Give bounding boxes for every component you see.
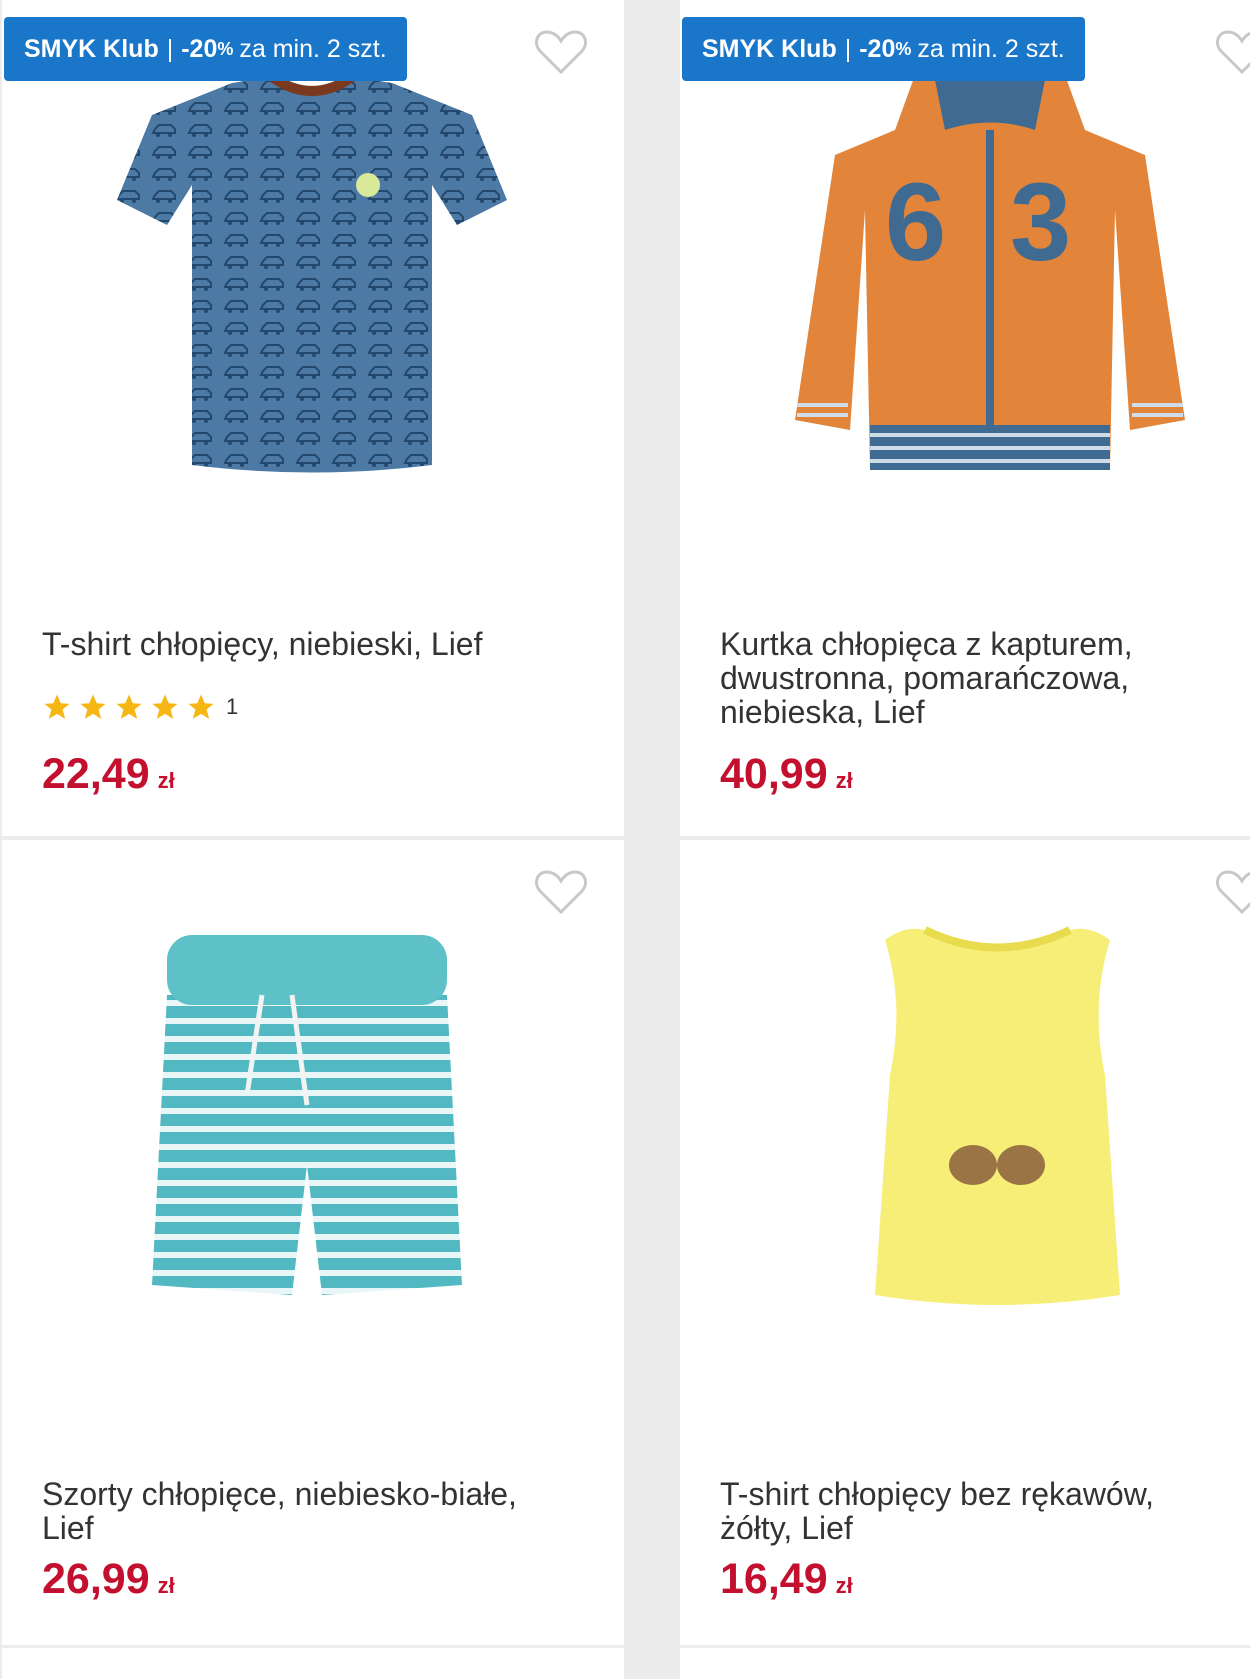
- product-title[interactable]: T-shirt chłopięcy, niebieski, Lief: [42, 627, 572, 661]
- star-icon: [116, 694, 142, 719]
- promo-percent: %: [895, 38, 912, 59]
- product-image-jacket-orange[interactable]: 6 3: [785, 60, 1195, 480]
- product-card[interactable]: SMYK Klub | -20 % za min. 2 szt. 6 3 Kur…: [680, 0, 1250, 836]
- promo-separator: |: [166, 34, 174, 63]
- price-currency: zł: [835, 768, 853, 793]
- promo-condition: za min. 2 szt.: [239, 34, 387, 63]
- price-value: 26,99: [42, 1555, 150, 1603]
- price-value: 16,49: [720, 1555, 828, 1603]
- star-icon: [80, 694, 106, 719]
- promo-brand: SMYK Klub: [702, 34, 837, 63]
- product-image-tank-top-yellow[interactable]: [875, 925, 1120, 1310]
- promo-discount: -20: [181, 34, 218, 63]
- product-price: 16,49 zł: [720, 1555, 853, 1604]
- promo-badge: SMYK Klub | -20 % za min. 2 szt.: [682, 17, 1085, 81]
- price-value: 40,99: [720, 750, 828, 798]
- price-value: 22,49: [42, 750, 150, 798]
- promo-badge: SMYK Klub | -20 % za min. 2 szt.: [4, 17, 407, 81]
- product-price: 22,49 zł: [42, 750, 175, 799]
- product-image-tshirt-blue[interactable]: [112, 75, 512, 480]
- product-title[interactable]: Szorty chłopięce, niebiesko-białe, Lief: [42, 1477, 572, 1545]
- promo-condition: za min. 2 szt.: [917, 34, 1065, 63]
- svg-text:3: 3: [1010, 161, 1071, 284]
- product-price: 40,99 zł: [720, 750, 853, 799]
- product-card[interactable]: [2, 1648, 624, 1679]
- product-title[interactable]: Kurtka chłopięca z kapturem, dwustronna,…: [720, 627, 1190, 729]
- product-card[interactable]: SMYK Klub | -20 % za min. 2 szt. T-shirt…: [2, 0, 624, 836]
- product-card[interactable]: Szorty chłopięce, niebiesko-białe, Lief …: [2, 840, 624, 1645]
- product-card[interactable]: [680, 1648, 1250, 1679]
- svg-text:6: 6: [885, 161, 946, 284]
- promo-brand: SMYK Klub: [24, 34, 159, 63]
- star-icon: [188, 694, 214, 719]
- favorite-heart-icon[interactable]: [1215, 868, 1250, 916]
- favorite-heart-icon[interactable]: [534, 868, 588, 916]
- price-currency: zł: [835, 1573, 853, 1598]
- promo-percent: %: [217, 38, 234, 59]
- favorite-heart-icon[interactable]: [534, 28, 588, 76]
- price-currency: zł: [157, 1573, 175, 1598]
- product-price: 26,99 zł: [42, 1555, 175, 1604]
- product-image-shorts-striped[interactable]: [142, 935, 472, 1305]
- star-icon: [152, 694, 178, 719]
- price-currency: zł: [157, 768, 175, 793]
- rating-count: 1: [226, 694, 239, 719]
- product-title[interactable]: T-shirt chłopięcy bez rękawów, żółty, Li…: [720, 1477, 1190, 1545]
- product-card[interactable]: T-shirt chłopięcy bez rękawów, żółty, Li…: [680, 840, 1250, 1645]
- product-grid: SMYK Klub | -20 % za min. 2 szt. T-shirt…: [0, 0, 1250, 1679]
- favorite-heart-icon[interactable]: [1215, 28, 1250, 76]
- star-icon: [44, 694, 70, 719]
- promo-separator: |: [844, 34, 852, 63]
- promo-discount: -20: [859, 34, 896, 63]
- rating-stars: 1: [42, 692, 238, 722]
